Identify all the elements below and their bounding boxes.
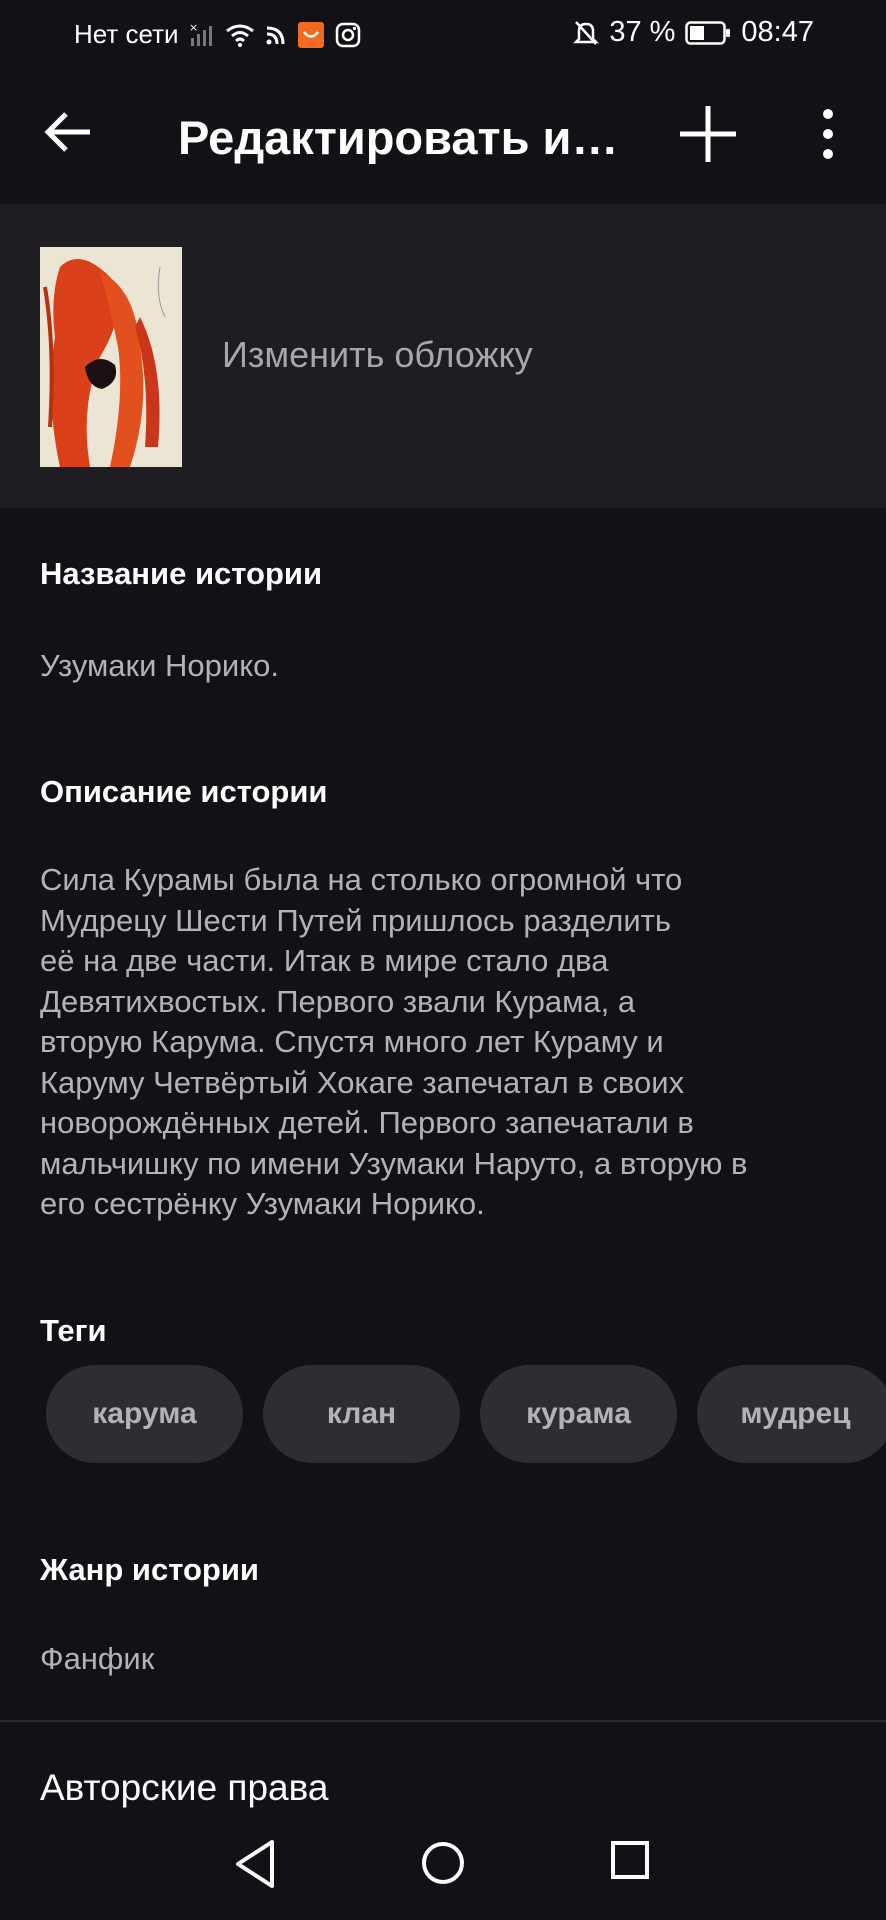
mute-bell-icon [573,20,600,45]
nav-back-icon[interactable] [232,1838,278,1890]
tags-label: Теги [40,1313,107,1348]
tag-chip[interactable]: клан [263,1365,460,1463]
system-nav-bar [0,1810,886,1920]
story-title-label: Название истории [40,556,322,591]
copyright-item[interactable]: Авторские права [40,1767,328,1809]
page-title: Редактировать и… [178,111,618,164]
story-description-label: Описание истории [40,774,328,809]
more-vert-icon[interactable] [808,102,848,166]
network-status: Нет сети [74,19,179,49]
tag-chip[interactable]: мудрец [697,1365,886,1463]
instagram-icon [335,22,360,47]
tags-list: карума клан курама мудрец [46,1365,886,1463]
battery-percent: 37 % [609,16,676,48]
signal-icon: × [189,22,212,46]
back-arrow-icon[interactable] [38,102,98,162]
status-bar: Нет сети × 37 % 08:47 [0,0,886,66]
svg-text:×: × [189,22,198,34]
tag-chip[interactable]: карума [46,1365,243,1463]
store-app-icon [297,21,324,48]
tag-chip[interactable]: курама [480,1365,677,1463]
divider [0,1720,886,1722]
genre-field[interactable]: Фанфик [40,1641,154,1677]
change-cover-label[interactable]: Изменить обложку [222,334,533,376]
app-bar: Редактировать и… [0,66,886,202]
cover-image[interactable] [40,247,182,467]
clock: 08:47 [741,16,814,48]
plus-icon[interactable] [676,102,740,166]
nav-recents-icon[interactable] [610,1840,650,1880]
nav-home-icon[interactable] [420,1840,466,1886]
cover-section[interactable]: Изменить обложку [0,204,886,508]
story-description-field[interactable]: Сила Курамы была на столько огромной что… [40,860,850,1225]
cast-icon [266,26,285,44]
story-title-field[interactable]: Узумаки Норико. [40,648,279,684]
genre-label: Жанр истории [40,1552,259,1587]
wifi-icon [225,24,254,47]
battery-icon [685,20,731,45]
